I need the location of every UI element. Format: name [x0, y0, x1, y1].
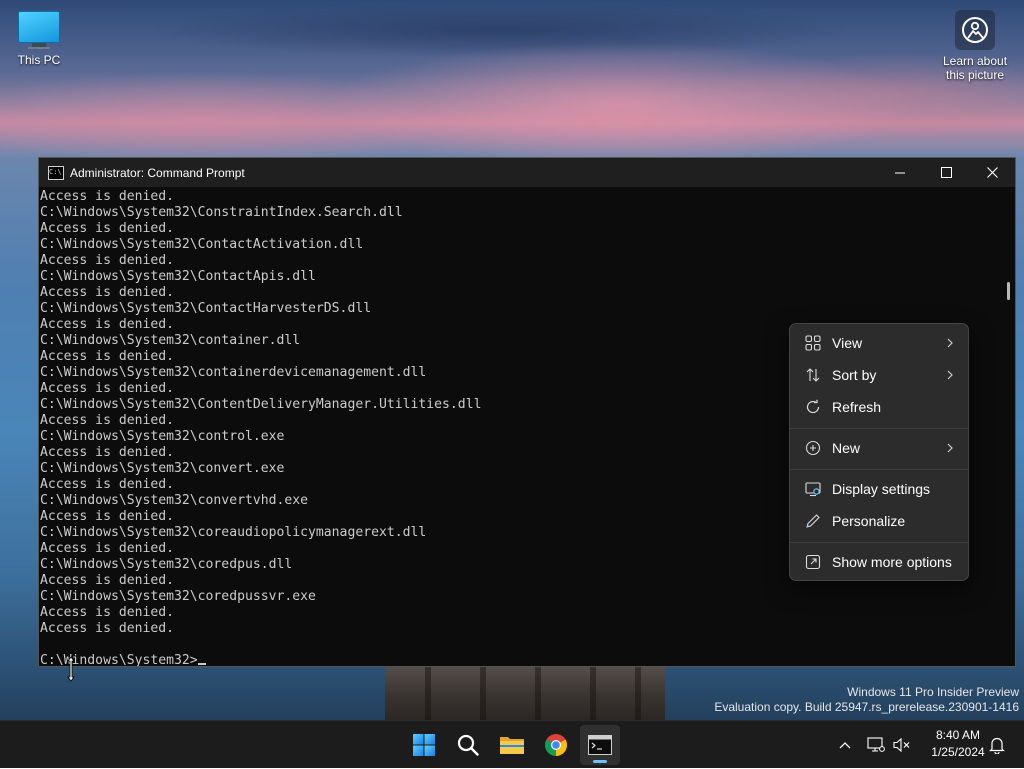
console-line: C:\Windows\System32\coredpussvr.exe — [40, 589, 316, 604]
display-settings-icon — [804, 480, 822, 498]
minimize-button[interactable] — [877, 158, 923, 187]
console-line: C:\Windows\System32\ContactActivation.dl… — [40, 237, 364, 252]
maximize-button[interactable] — [923, 158, 969, 187]
menu-separator — [790, 542, 968, 543]
chevron-up-icon — [839, 742, 851, 749]
add-circle-icon — [804, 439, 822, 457]
network-ethernet-icon — [867, 737, 885, 752]
chrome-button[interactable] — [536, 725, 576, 765]
window-title: Administrator: Command Prompt — [70, 165, 245, 180]
close-icon — [986, 167, 998, 178]
menu-item-refresh[interactable]: Refresh — [794, 392, 964, 422]
menu-item-label: View — [832, 335, 863, 351]
scroll-thumb[interactable] — [1007, 282, 1010, 300]
menu-item-label: New — [832, 440, 861, 456]
console-line: Access is denied. — [40, 221, 175, 236]
pen-icon — [804, 512, 822, 530]
notifications-button[interactable] — [985, 721, 1009, 769]
wallpaper-pier — [385, 660, 665, 720]
close-button[interactable] — [969, 158, 1015, 187]
console-line: C:\Windows\System32\ContactApis.dll — [40, 269, 316, 284]
search-icon — [457, 734, 479, 756]
minimize-icon — [895, 172, 905, 173]
console-line: C:\Windows\System32\ContactHarvesterDS.d… — [40, 301, 372, 316]
menu-item-label: Sort by — [832, 367, 877, 383]
grid-icon — [804, 334, 822, 352]
watermark-line-1: Windows 11 Pro Insider Preview — [847, 685, 1019, 699]
console-line: Access is denied. — [40, 253, 175, 268]
search-button[interactable] — [448, 725, 488, 765]
learn-about-picture-label: Learn about this picture — [942, 54, 1008, 82]
bell-icon — [989, 737, 1005, 754]
chevron-right-icon — [946, 367, 954, 383]
chevron-right-icon — [946, 440, 954, 456]
command-prompt-icon: C:\ — [48, 165, 64, 180]
spotlight-icon — [955, 10, 995, 50]
monitor-icon — [18, 11, 60, 43]
maximize-icon — [940, 167, 952, 178]
menu-item-display-settings[interactable]: Display settings — [794, 474, 964, 504]
taskbar: 8:40 AM 1/25/2024 — [0, 720, 1024, 768]
build-watermark: Windows 11 Pro Insider Preview Evaluatio… — [714, 685, 1019, 715]
start-button[interactable] — [404, 725, 444, 765]
start-icon — [413, 734, 435, 756]
menu-item-view[interactable]: View — [794, 328, 964, 358]
sort-icon — [804, 366, 822, 384]
prompt-line[interactable]: C:\Windows\System32> — [40, 653, 1001, 666]
menu-item-label: Show more options — [832, 554, 952, 570]
desktop[interactable]: This PC Learn about this picture C:\ Adm… — [0, 0, 1024, 720]
show-hidden-icons-button[interactable] — [834, 721, 856, 769]
title-bar[interactable]: C:\ Administrator: Command Prompt — [39, 158, 1015, 187]
menu-item-sort-by[interactable]: Sort by — [794, 360, 964, 390]
console-line: Access is denied. — [40, 189, 175, 204]
menu-item-personalize[interactable]: Personalize — [794, 506, 964, 536]
console-line: Access is denied. — [40, 285, 175, 300]
menu-item-label: Display settings — [832, 481, 931, 497]
open-external-icon — [804, 553, 822, 571]
menu-separator — [790, 469, 968, 470]
text-cursor — [197, 663, 206, 665]
menu-separator — [790, 428, 968, 429]
network-button[interactable] — [864, 721, 888, 769]
menu-item-label: Personalize — [832, 513, 906, 529]
resize-cursor-icon — [67, 656, 75, 682]
command-prompt-taskbar-button[interactable] — [580, 725, 620, 765]
chrome-icon — [545, 734, 567, 756]
chevron-right-icon — [946, 335, 954, 351]
this-pc-label: This PC — [17, 53, 61, 67]
this-pc-icon[interactable]: This PC — [6, 8, 72, 67]
command-prompt-icon — [588, 735, 612, 755]
file-explorer-icon — [500, 737, 524, 754]
console-line: C:\Windows\System32\ConstraintIndex.Sear… — [40, 205, 403, 220]
console-line: Access is denied. — [40, 605, 175, 620]
scrollbar[interactable] — [1001, 187, 1015, 666]
file-explorer-button[interactable] — [492, 725, 532, 765]
menu-item-show-more-options[interactable]: Show more options — [794, 547, 964, 577]
menu-item-new[interactable]: New — [794, 433, 964, 463]
watermark-line-2: Evaluation copy. Build 25947.rs_prerelea… — [714, 700, 1019, 714]
volume-muted-icon — [893, 737, 910, 753]
learn-about-picture-icon[interactable]: Learn about this picture — [938, 10, 1012, 82]
active-app-indicator — [593, 760, 607, 763]
refresh-icon — [804, 398, 822, 416]
desktop-context-menu: View Sort by Refresh New Display setting… — [789, 323, 969, 581]
volume-button[interactable] — [890, 721, 914, 769]
console-line: Access is denied. — [40, 621, 175, 636]
menu-item-label: Refresh — [832, 399, 882, 415]
